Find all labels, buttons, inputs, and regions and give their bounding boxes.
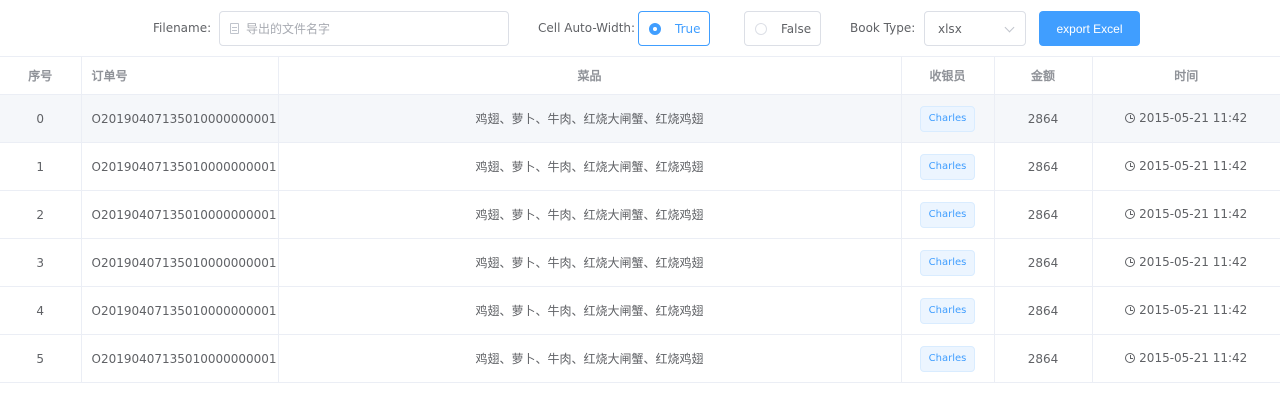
cashier-tag: Charles (919, 201, 976, 228)
cell-dishes: 鸡翅、萝卜、牛肉、红烧大闸蟹、红烧鸡翅 (278, 190, 902, 239)
cell-order: O20190407135010000000001 (81, 238, 279, 287)
chevron-down-icon (1004, 22, 1015, 33)
column-header-dishes[interactable]: 菜品 (278, 56, 902, 95)
table-row[interactable]: 1 O20190407135010000000001 鸡翅、萝卜、牛肉、红烧大闸… (0, 142, 1280, 191)
autowidth-false-label: False (781, 21, 812, 36)
cell-dishes: 鸡翅、萝卜、牛肉、红烧大闸蟹、红烧鸡翅 (278, 334, 902, 383)
cell-cashier: Charles (901, 142, 995, 191)
table-row[interactable]: 5 O20190407135010000000001 鸡翅、萝卜、牛肉、红烧大闸… (0, 334, 1280, 383)
export-excel-button[interactable]: export Excel (1039, 11, 1140, 46)
export-toolbar: Filename: Cell Auto-Width: True False Bo… (0, 0, 1280, 56)
booktype-label: Book Type: (850, 21, 916, 35)
cell-dishes: 鸡翅、萝卜、牛肉、红烧大闸蟹、红烧鸡翅 (278, 286, 902, 335)
cell-order: O20190407135010000000001 (81, 190, 279, 239)
column-header-amount[interactable]: 金额 (994, 56, 1093, 95)
table-row[interactable]: 3 O20190407135010000000001 鸡翅、萝卜、牛肉、红烧大闸… (0, 238, 1280, 287)
cell-dishes: 鸡翅、萝卜、牛肉、红烧大闸蟹、红烧鸡翅 (278, 94, 902, 143)
filename-input[interactable] (246, 21, 508, 36)
cashier-tag: Charles (919, 105, 976, 132)
cell-cashier: Charles (901, 238, 995, 287)
cell-amount: 2864 (994, 142, 1093, 191)
cell-order: O20190407135010000000001 (81, 286, 279, 335)
cell-cashier: Charles (901, 286, 995, 335)
autowidth-true-radio[interactable]: True (638, 11, 710, 46)
cell-order: O20190407135010000000001 (81, 334, 279, 383)
cell-cashier: Charles (901, 334, 995, 383)
booktype-select[interactable]: xlsx (924, 11, 1026, 46)
filename-label: Filename: (153, 21, 212, 35)
cell-time: 2015-05-21 11:42 (1092, 286, 1280, 335)
autowidth-true-label: True (675, 21, 701, 36)
cell-index: 0 (0, 94, 82, 143)
autowidth-false-radio[interactable]: False (744, 11, 821, 46)
table-row[interactable]: 0 O20190407135010000000001 鸡翅、萝卜、牛肉、红烧大闸… (0, 94, 1280, 143)
table-header-row: 序号 订单号 菜品 收银员 金额 时间 (0, 56, 1280, 95)
cell-cashier: Charles (901, 94, 995, 143)
cell-order: O20190407135010000000001 (81, 142, 279, 191)
cell-time: 2015-05-21 11:42 (1092, 334, 1280, 383)
filename-field[interactable] (219, 11, 509, 46)
time-text: 2015-05-21 11:42 (1139, 207, 1248, 221)
column-header-order[interactable]: 订单号 (81, 56, 279, 95)
time-text: 2015-05-21 11:42 (1139, 303, 1248, 317)
column-header-cashier[interactable]: 收银员 (901, 56, 995, 95)
orders-table: 序号 订单号 菜品 收银员 金额 时间 0 O20190407135010000… (0, 56, 1280, 383)
cell-time: 2015-05-21 11:42 (1092, 142, 1280, 191)
column-header-index[interactable]: 序号 (0, 56, 82, 95)
document-icon (230, 23, 239, 34)
cell-time: 2015-05-21 11:42 (1092, 190, 1280, 239)
cell-dishes: 鸡翅、萝卜、牛肉、红烧大闸蟹、红烧鸡翅 (278, 238, 902, 287)
radio-unchecked-icon (755, 22, 767, 35)
cell-time: 2015-05-21 11:42 (1092, 94, 1280, 143)
table-row[interactable]: 2 O20190407135010000000001 鸡翅、萝卜、牛肉、红烧大闸… (0, 190, 1280, 239)
clock-icon (1125, 257, 1136, 267)
cell-amount: 2864 (994, 94, 1093, 143)
cell-dishes: 鸡翅、萝卜、牛肉、红烧大闸蟹、红烧鸡翅 (278, 142, 902, 191)
cell-index: 4 (0, 286, 82, 335)
time-text: 2015-05-21 11:42 (1139, 159, 1248, 173)
cell-amount: 2864 (994, 334, 1093, 383)
cell-amount: 2864 (994, 190, 1093, 239)
table-row[interactable]: 4 O20190407135010000000001 鸡翅、萝卜、牛肉、红烧大闸… (0, 286, 1280, 335)
time-text: 2015-05-21 11:42 (1139, 351, 1248, 365)
clock-icon (1125, 161, 1136, 171)
cell-index: 5 (0, 334, 82, 383)
clock-icon (1125, 209, 1136, 219)
booktype-value: xlsx (938, 21, 962, 36)
cell-time: 2015-05-21 11:42 (1092, 238, 1280, 287)
cell-order: O20190407135010000000001 (81, 94, 279, 143)
cashier-tag: Charles (919, 345, 976, 372)
cell-index: 1 (0, 142, 82, 191)
clock-icon (1125, 305, 1136, 315)
cell-index: 3 (0, 238, 82, 287)
autowidth-label: Cell Auto-Width: (538, 21, 636, 35)
cell-cashier: Charles (901, 190, 995, 239)
column-header-time[interactable]: 时间 (1092, 56, 1280, 95)
cashier-tag: Charles (919, 297, 976, 324)
cell-index: 2 (0, 190, 82, 239)
cashier-tag: Charles (919, 249, 976, 276)
cell-amount: 2864 (994, 238, 1093, 287)
time-text: 2015-05-21 11:42 (1139, 255, 1248, 269)
clock-icon (1125, 113, 1136, 123)
time-text: 2015-05-21 11:42 (1139, 111, 1248, 125)
clock-icon (1125, 353, 1136, 363)
cashier-tag: Charles (919, 153, 976, 180)
cell-amount: 2864 (994, 286, 1093, 335)
radio-checked-icon (649, 22, 661, 35)
